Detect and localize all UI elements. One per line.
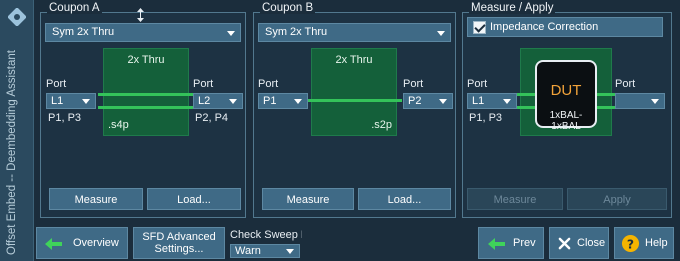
dut-block: DUT 1xBAL-1xBAL [535, 60, 597, 132]
checkbox-checked-icon [473, 21, 486, 34]
measure-port-left-dropdown[interactable]: L1 [467, 93, 517, 109]
svg-text:?: ? [627, 237, 634, 251]
coupon-b-title: Coupon B [260, 2, 316, 14]
coupon-a-port-right-dropdown[interactable]: L2 [193, 93, 243, 109]
rohde-schwarz-logo-icon [8, 8, 26, 26]
measure-port-right-label: Port [615, 78, 636, 90]
coupon-a-measure-button[interactable]: Measure [49, 188, 143, 210]
coupon-b-port-left-dropdown[interactable]: P1 [258, 93, 308, 109]
coupon-b-box-title: 2x Thru [335, 54, 373, 66]
measure-button[interactable]: Measure [467, 188, 563, 210]
measure-port-left-ports: P1, P3 [469, 112, 503, 124]
bottom-toolbar: Overview SFD Advanced Settings... Check … [36, 224, 676, 261]
coupon-a-box-file: .s4p [108, 119, 129, 131]
window-title: Offset Embed -- Deembedding Assistant [6, 50, 18, 255]
dut-subtitle: 1xBAL-1xBAL [549, 110, 583, 132]
coupon-b-port-right-label: Port [403, 78, 424, 90]
arrow-left-icon [45, 238, 62, 250]
close-button[interactable]: Close [549, 227, 609, 259]
chevron-down-icon [503, 99, 511, 104]
resize-handle-icon[interactable] [136, 8, 145, 22]
coupon-b-port-left-value: P1 [263, 95, 277, 107]
measure-apply-title: Measure / Apply [469, 2, 556, 14]
measure-apply-panel: Measure / Apply Impedance Correction DUT… [462, 2, 672, 218]
help-icon: ? [621, 234, 640, 253]
coupon-a-port-left-value: L1 [51, 95, 64, 107]
chevron-down-icon [294, 99, 302, 104]
chevron-down-icon [82, 99, 90, 104]
help-label: Help [645, 237, 668, 249]
coupon-a-port-right-label: Port [193, 78, 214, 90]
check-sweep-dropdown[interactable]: Warn [230, 244, 300, 258]
main-area: Coupon A Sym 2x Thru 2x Thru .s4p Port L… [36, 2, 676, 218]
sfd-label-line2: Settings... [154, 243, 204, 255]
overview-button[interactable]: Overview [36, 227, 128, 259]
help-button[interactable]: ? Help [614, 227, 674, 259]
coupon-b-2x-thru-box: 2x Thru .s2p [311, 48, 397, 136]
chevron-down-icon [227, 31, 235, 36]
sfd-label-line1: SFD Advanced [142, 231, 216, 243]
chevron-down-icon [229, 99, 237, 104]
apply-button[interactable]: Apply [567, 188, 667, 210]
coupon-a-port-left-dropdown[interactable]: L1 [46, 93, 96, 109]
coupon-a-load-button[interactable]: Load... [147, 188, 241, 210]
coupon-b-port-right-value: P2 [408, 95, 422, 107]
prev-label: Prev [513, 237, 536, 249]
chevron-down-icon [439, 99, 447, 104]
coupon-a-port-right-ports: P2, P4 [195, 112, 229, 124]
overview-label: Overview [73, 237, 119, 249]
impedance-correction-label: Impedance Correction [490, 21, 599, 33]
coupon-a-box-title: 2x Thru [127, 54, 165, 66]
sidebar: Offset Embed -- Deembedding Assistant [0, 0, 34, 261]
chevron-down-icon [286, 249, 294, 254]
coupon-a-port-left-ports: P1, P3 [48, 112, 82, 124]
sfd-advanced-settings-button[interactable]: SFD Advanced Settings... [133, 227, 225, 259]
measure-port-left-value: L1 [472, 95, 485, 107]
coupon-a-2x-thru-box: 2x Thru .s4p [103, 48, 189, 136]
arrow-left-icon [488, 238, 505, 250]
coupon-a-line-bottom [98, 106, 194, 109]
check-sweep-value: Warn [235, 245, 261, 257]
close-icon [558, 237, 571, 250]
coupon-b-port-right-dropdown[interactable]: P2 [403, 93, 453, 109]
coupon-a-type-value: Sym 2x Thru [52, 26, 115, 38]
check-sweep-label: Check Sweep Pc [230, 229, 302, 241]
measure-port-left-label: Port [467, 78, 488, 90]
coupon-b-type-value: Sym 2x Thru [265, 26, 328, 38]
coupon-b-line [306, 99, 402, 102]
coupon-b-measure-button[interactable]: Measure [262, 188, 354, 210]
close-label: Close [577, 237, 606, 249]
coupon-b-type-dropdown[interactable]: Sym 2x Thru [258, 23, 451, 42]
impedance-correction-checkbox[interactable]: Impedance Correction [467, 17, 663, 37]
coupon-b-load-button[interactable]: Load... [358, 188, 451, 210]
chevron-down-icon [651, 99, 659, 104]
dut-title: DUT [550, 82, 582, 99]
coupon-a-line-top [98, 93, 194, 96]
coupon-b-box-file: .s2p [371, 119, 392, 131]
coupon-b-panel: Coupon B Sym 2x Thru 2x Thru .s2p Port P… [253, 2, 456, 218]
coupon-a-port-left-label: Port [46, 78, 67, 90]
measure-port-right-dropdown[interactable] [615, 93, 665, 109]
coupon-b-port-left-label: Port [258, 78, 279, 90]
chevron-down-icon [437, 31, 445, 36]
prev-button[interactable]: Prev [478, 227, 544, 259]
coupon-a-title: Coupon A [47, 2, 102, 14]
coupon-a-type-dropdown[interactable]: Sym 2x Thru [45, 23, 241, 42]
coupon-a-port-right-value: L2 [198, 95, 211, 107]
coupon-a-panel: Coupon A Sym 2x Thru 2x Thru .s4p Port L… [40, 2, 246, 218]
